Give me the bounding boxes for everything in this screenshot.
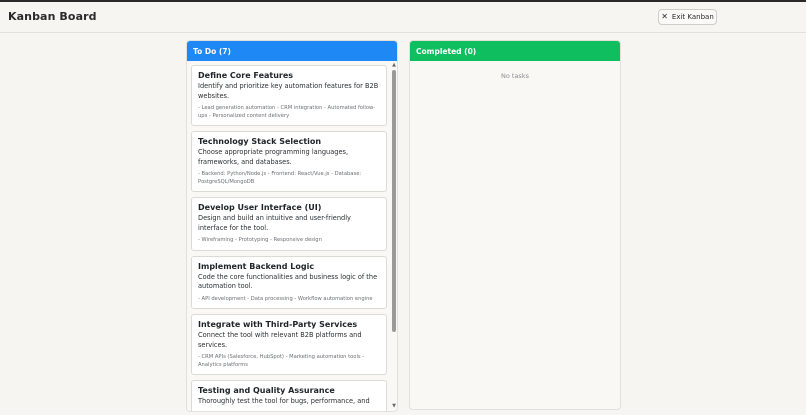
task-card-subtasks: - API development - Data processing - Wo… [198,295,373,302]
task-card-title: Implement Backend Logic [198,261,315,271]
todo-column-body: Define Core Features Identify and priori… [187,61,397,411]
task-card[interactable]: Testing and Quality Assurance Thoroughly… [191,380,387,411]
completed-column-body: No tasks [410,61,620,409]
todo-column-header: To Do (7) [187,41,397,61]
task-card-subtasks: - Backend: Python/Node.js - Frontend: Re… [198,171,362,185]
task-card-title: Integrate with Third-Party Services [198,320,358,329]
task-card[interactable]: Define Core Features Identify and priori… [191,65,387,126]
task-card-title: Technology Stack Selection [198,137,322,146]
task-card-description: Connect the tool with relevant B2B platf… [198,331,362,349]
task-card[interactable]: Technology Stack Selection Choose approp… [191,131,387,192]
task-card[interactable]: Implement Backend Logic Code the core fu… [191,255,387,309]
todo-card-list: Define Core Features Identify and priori… [191,65,387,411]
task-card-description: Code the core functionalities and busine… [198,272,378,291]
empty-state-text: No tasks [501,72,529,80]
task-card-subtasks: - CRM APIs (Salesforce, HubSpot) - Marke… [198,354,365,368]
close-icon: ✕ [661,12,668,21]
task-card-description: Identify and prioritize key automation f… [198,82,379,100]
task-card[interactable]: Integrate with Third-Party Services Conn… [191,314,387,375]
scroll-down-icon[interactable]: ▼ [391,404,397,409]
task-card-description: Choose appropriate programming languages… [198,148,349,166]
task-card-title: Testing and Quality Assurance [198,386,335,395]
todo-column: To Do (7) Define Core Features Identify … [186,40,398,412]
task-card-description: Design and build an intuitive and user-f… [198,214,351,232]
exit-kanban-label: Exit Kanban [671,13,714,21]
completed-column: Completed (0) No tasks [409,40,621,410]
task-card[interactable]: Develop User Interface (UI) Design and b… [191,197,387,251]
exit-kanban-button[interactable]: ✕ Exit Kanban [658,9,717,25]
task-card-title: Develop User Interface (UI) [198,203,322,212]
scrollbar-thumb[interactable] [392,70,396,332]
task-card-title: Define Core Features [198,71,294,80]
scroll-up-icon[interactable]: ▲ [391,63,397,68]
task-card-subtasks: - Wireframing - Prototyping - Responsive… [198,237,322,243]
task-card-subtasks: - Lead generation automation - CRM integ… [198,105,376,119]
completed-column-header: Completed (0) [410,41,620,61]
todo-scrollbar[interactable]: ▲ ▼ [392,63,396,409]
task-card-description: Thoroughly test the tool for bugs, perfo… [198,397,370,405]
app-header: Kanban Board ✕ Exit Kanban [0,2,806,33]
page-title: Kanban Board [8,10,97,23]
